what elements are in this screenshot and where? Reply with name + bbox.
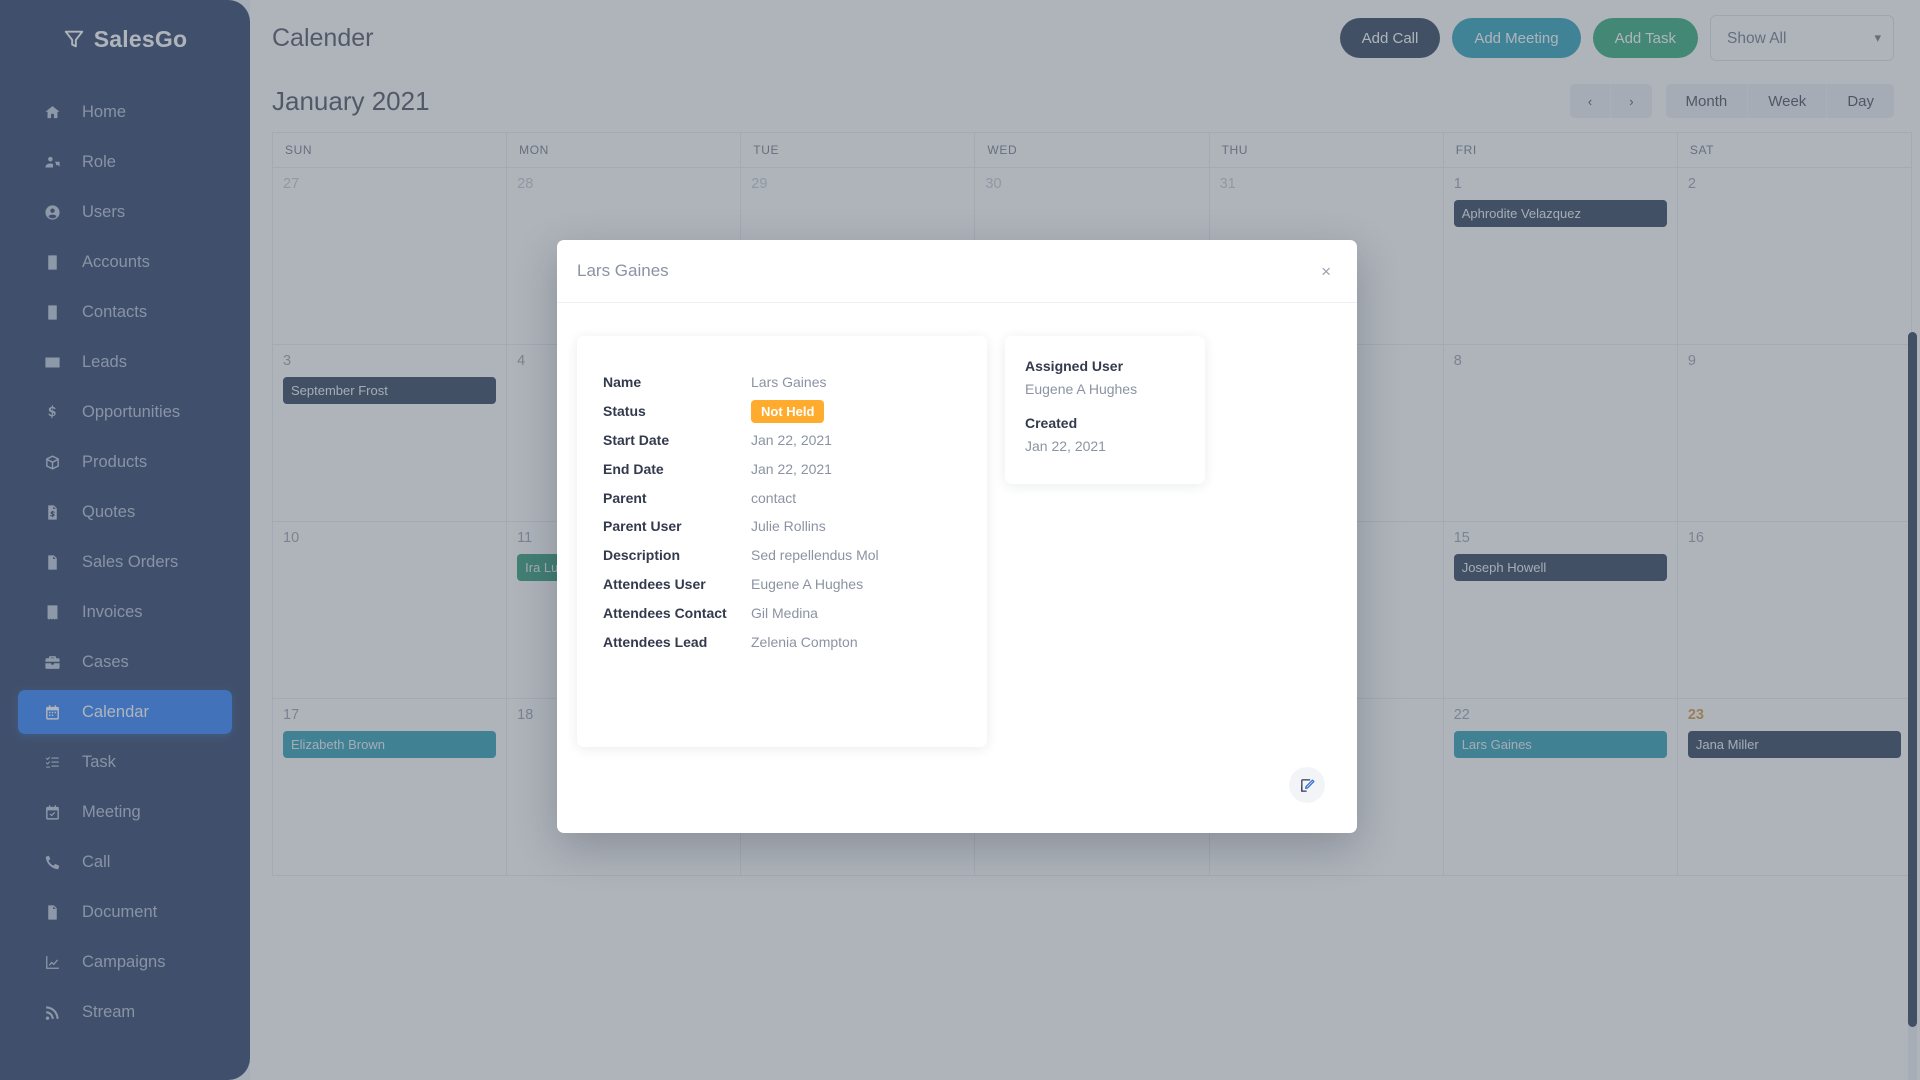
detail-field-row: Parent User Julie Rollins	[603, 512, 961, 541]
status-badge: Not Held	[751, 399, 825, 423]
detail-side-card: Assigned User Eugene A Hughes Created Jan 2…	[1005, 336, 1205, 484]
detail-field-label: Parent	[603, 489, 647, 506]
detail-field-label: End Date	[603, 460, 664, 477]
modal-title: Lars Gaines	[577, 261, 669, 280]
detail-field-value: Jan 22, 2021	[751, 431, 832, 448]
detail-field-value: Jan 22, 2021	[751, 460, 832, 477]
detail-field-value: Sed repellendus Mol	[751, 547, 879, 564]
edit-pencil-icon	[1299, 777, 1316, 794]
detail-field-value: contact	[751, 489, 797, 506]
detail-field-row: Start Date Jan 22, 2021	[603, 426, 961, 455]
detail-field-value: Eugene A Hughes	[751, 575, 864, 592]
detail-field-label: Name	[603, 374, 642, 391]
detail-field-row: End Date Jan 22, 2021	[603, 454, 961, 483]
modal-header: Lars Gaines ×	[557, 240, 1357, 303]
detail-field-label: Parent User	[603, 518, 682, 535]
close-icon[interactable]: ×	[1315, 259, 1337, 284]
detail-field-label: Start Date	[603, 431, 670, 448]
detail-field-label: Status	[603, 403, 646, 420]
detail-field-label: Description	[603, 547, 681, 564]
modal-footer	[557, 747, 1357, 833]
detail-field-label: Attendees Lead	[603, 633, 708, 650]
side-field-label: Created	[1025, 415, 1078, 431]
detail-field-row: Attendees Contact Gil Medina	[603, 598, 961, 627]
side-field-value: Jan 22, 2021	[1025, 438, 1106, 454]
detail-field-label: Attendees Contact	[603, 604, 727, 621]
detail-field-row: Description Sed repellendus Mol	[603, 541, 961, 570]
detail-field-value: Julie Rollins	[751, 518, 826, 535]
detail-field-row: Parent contact	[603, 483, 961, 512]
side-field-label: Assigned User	[1025, 358, 1124, 374]
detail-fields-card: Name Lars Gaines Status Not Held Start Date J…	[577, 336, 987, 747]
modal-body: Name Lars Gaines Status Not Held Start Date J…	[557, 303, 1357, 747]
detail-field-row: Attendees User Eugene A Hughes	[603, 570, 961, 599]
detail-field-value: Gil Medina	[751, 604, 818, 621]
detail-field-value: Lars Gaines	[751, 374, 827, 391]
detail-field-value: Zelenia Compton	[751, 633, 858, 650]
app-root: SalesGo HomeRoleUsersAccountsContactsLea…	[0, 0, 1920, 1080]
edit-button[interactable]	[1289, 767, 1325, 803]
side-field-value: Eugene A Hughes	[1025, 381, 1138, 397]
detail-field-label: Attendees User	[603, 575, 706, 592]
detail-field-row: Name Lars Gaines	[603, 368, 961, 397]
detail-field-row: Attendees Lead Zelenia Compton	[603, 627, 961, 656]
event-detail-modal: Lars Gaines × Name Lars Gaines Status Not H…	[557, 240, 1357, 833]
detail-field-row: Status Not Held	[603, 397, 961, 426]
